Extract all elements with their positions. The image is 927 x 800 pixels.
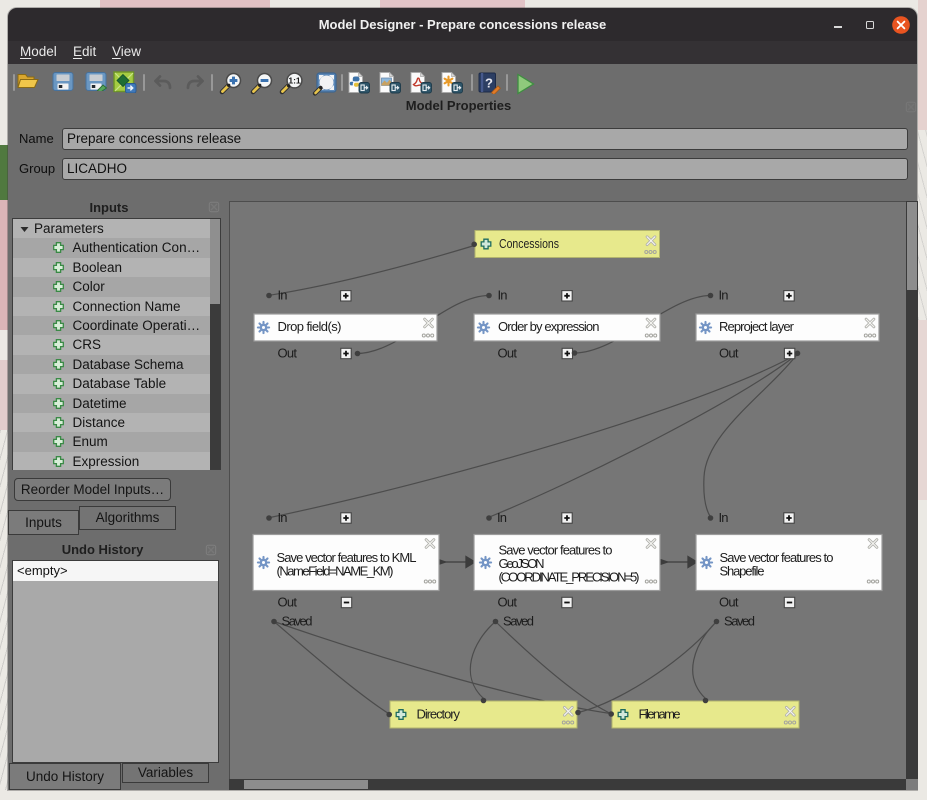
svg-text:?: ? xyxy=(485,75,493,90)
svg-text:Filename: Filename xyxy=(639,707,681,722)
svg-text:In: In xyxy=(497,510,507,525)
svg-text:Saved: Saved xyxy=(282,614,313,629)
svg-text:Drop field(s): Drop field(s) xyxy=(278,319,342,334)
svg-text:(COORDINATE_PRECISION=5): (COORDINATE_PRECISION=5) xyxy=(499,569,640,584)
svg-text:In: In xyxy=(498,288,508,303)
svg-text:Out: Out xyxy=(278,346,298,361)
svg-text:In: In xyxy=(719,288,729,303)
svg-text:1:1: 1:1 xyxy=(288,75,301,85)
svg-text:Saved: Saved xyxy=(724,614,755,629)
svg-text:Out: Out xyxy=(278,595,298,610)
svg-text:Order by expression: Order by expression xyxy=(498,319,600,334)
svg-text:Concessions: Concessions xyxy=(499,236,559,251)
svg-text:Out: Out xyxy=(719,346,739,361)
svg-text:Directory: Directory xyxy=(417,707,461,722)
svg-text:Out: Out xyxy=(719,595,739,610)
svg-text:Reproject layer: Reproject layer xyxy=(719,319,795,334)
svg-text:Saved: Saved xyxy=(503,614,534,629)
svg-text:Out: Out xyxy=(498,595,518,610)
svg-text:Shapefile: Shapefile xyxy=(720,564,765,579)
svg-text:Out: Out xyxy=(498,346,518,361)
svg-text:In: In xyxy=(719,510,729,525)
svg-text:In: In xyxy=(278,288,288,303)
svg-text:In: In xyxy=(278,510,288,525)
svg-text:(NameField=NAME_KM): (NameField=NAME_KM) xyxy=(277,564,394,579)
